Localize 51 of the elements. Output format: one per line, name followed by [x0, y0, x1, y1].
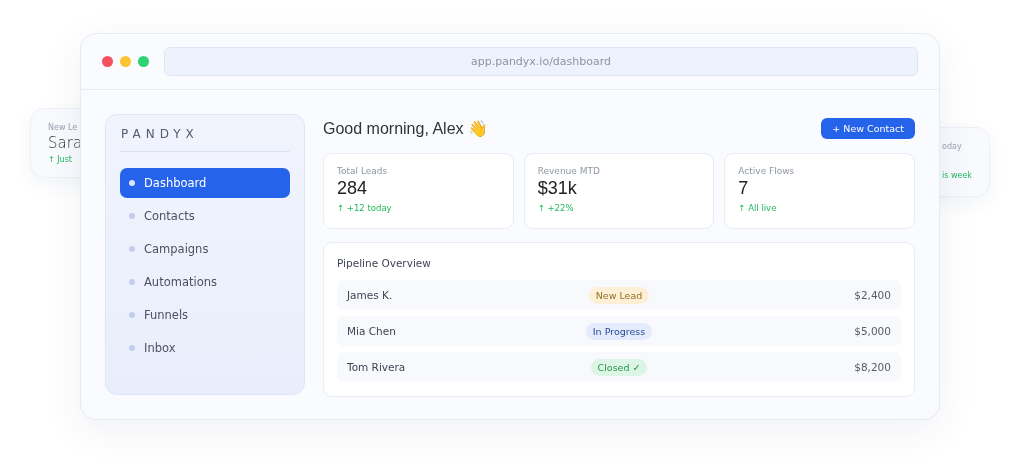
- deal-amount: $5,000: [854, 325, 891, 337]
- card-note: is week: [942, 171, 973, 180]
- maximize-dot-icon[interactable]: [138, 56, 149, 67]
- stat-change: ↑ +12 today: [337, 203, 392, 213]
- bullet-icon: [129, 246, 135, 252]
- nav-item[interactable]: Dashboard: [120, 168, 290, 198]
- stat-value: $31k: [537, 178, 577, 199]
- bullet-icon: [129, 213, 135, 219]
- nav-label: Funnels: [144, 308, 189, 322]
- bullet-icon: [129, 345, 135, 351]
- stat-label: Revenue MTD: [537, 166, 600, 176]
- nav-item[interactable]: Campaigns: [120, 234, 290, 264]
- stat-change: ↑ All live: [738, 203, 777, 213]
- pipeline-row[interactable]: Mia Chen In Progress $5,000: [337, 316, 901, 346]
- card-value: Sara: [48, 135, 84, 152]
- bullet-icon: [129, 312, 135, 318]
- nav-item[interactable]: Automations: [120, 267, 290, 297]
- greeting: Good morning, Alex 👋: [323, 118, 488, 138]
- nav-label: Dashboard: [144, 176, 207, 190]
- nav-label: Campaigns: [144, 242, 209, 256]
- card-label: New Le: [48, 123, 79, 132]
- status-badge: New Lead: [588, 286, 650, 304]
- bullet-icon: [129, 180, 135, 186]
- stat-label: Active Flows: [738, 166, 795, 176]
- pipeline-row[interactable]: Tom Rivera Closed ✓ $8,200: [337, 352, 901, 382]
- pipeline-row[interactable]: James K. New Lead $2,400: [337, 280, 901, 310]
- contact-name: Tom Rivera: [347, 361, 406, 373]
- nav-label: Inbox: [144, 341, 176, 355]
- nav-label: Automations: [144, 275, 217, 289]
- card-note: ↑ Just: [48, 154, 73, 164]
- nav-label: Contacts: [144, 209, 195, 223]
- close-dot-icon[interactable]: [102, 56, 113, 67]
- card-label: oday: [942, 142, 963, 151]
- stat-change: ↑ +22%: [537, 203, 574, 213]
- new-contact-button[interactable]: + New Contact: [821, 117, 915, 139]
- bullet-icon: [129, 279, 135, 285]
- pipeline-title: Pipeline Overview: [337, 257, 431, 269]
- status-badge: Closed ✓: [590, 358, 648, 376]
- nav-item[interactable]: Funnels: [120, 300, 290, 330]
- minimize-dot-icon[interactable]: [120, 56, 131, 67]
- stat-value: 284: [337, 178, 368, 199]
- nav-item[interactable]: Inbox: [120, 333, 290, 363]
- stat-label: Total Leads: [337, 166, 388, 176]
- deal-amount: $2,400: [854, 289, 891, 301]
- logo: PANDYX: [120, 127, 290, 152]
- deal-amount: $8,200: [854, 361, 891, 373]
- nav-item[interactable]: Contacts: [120, 201, 290, 231]
- status-badge: In Progress: [585, 322, 653, 340]
- contact-name: Mia Chen: [347, 325, 396, 337]
- stat-value: 7: [738, 178, 749, 199]
- contact-name: James K.: [347, 289, 393, 301]
